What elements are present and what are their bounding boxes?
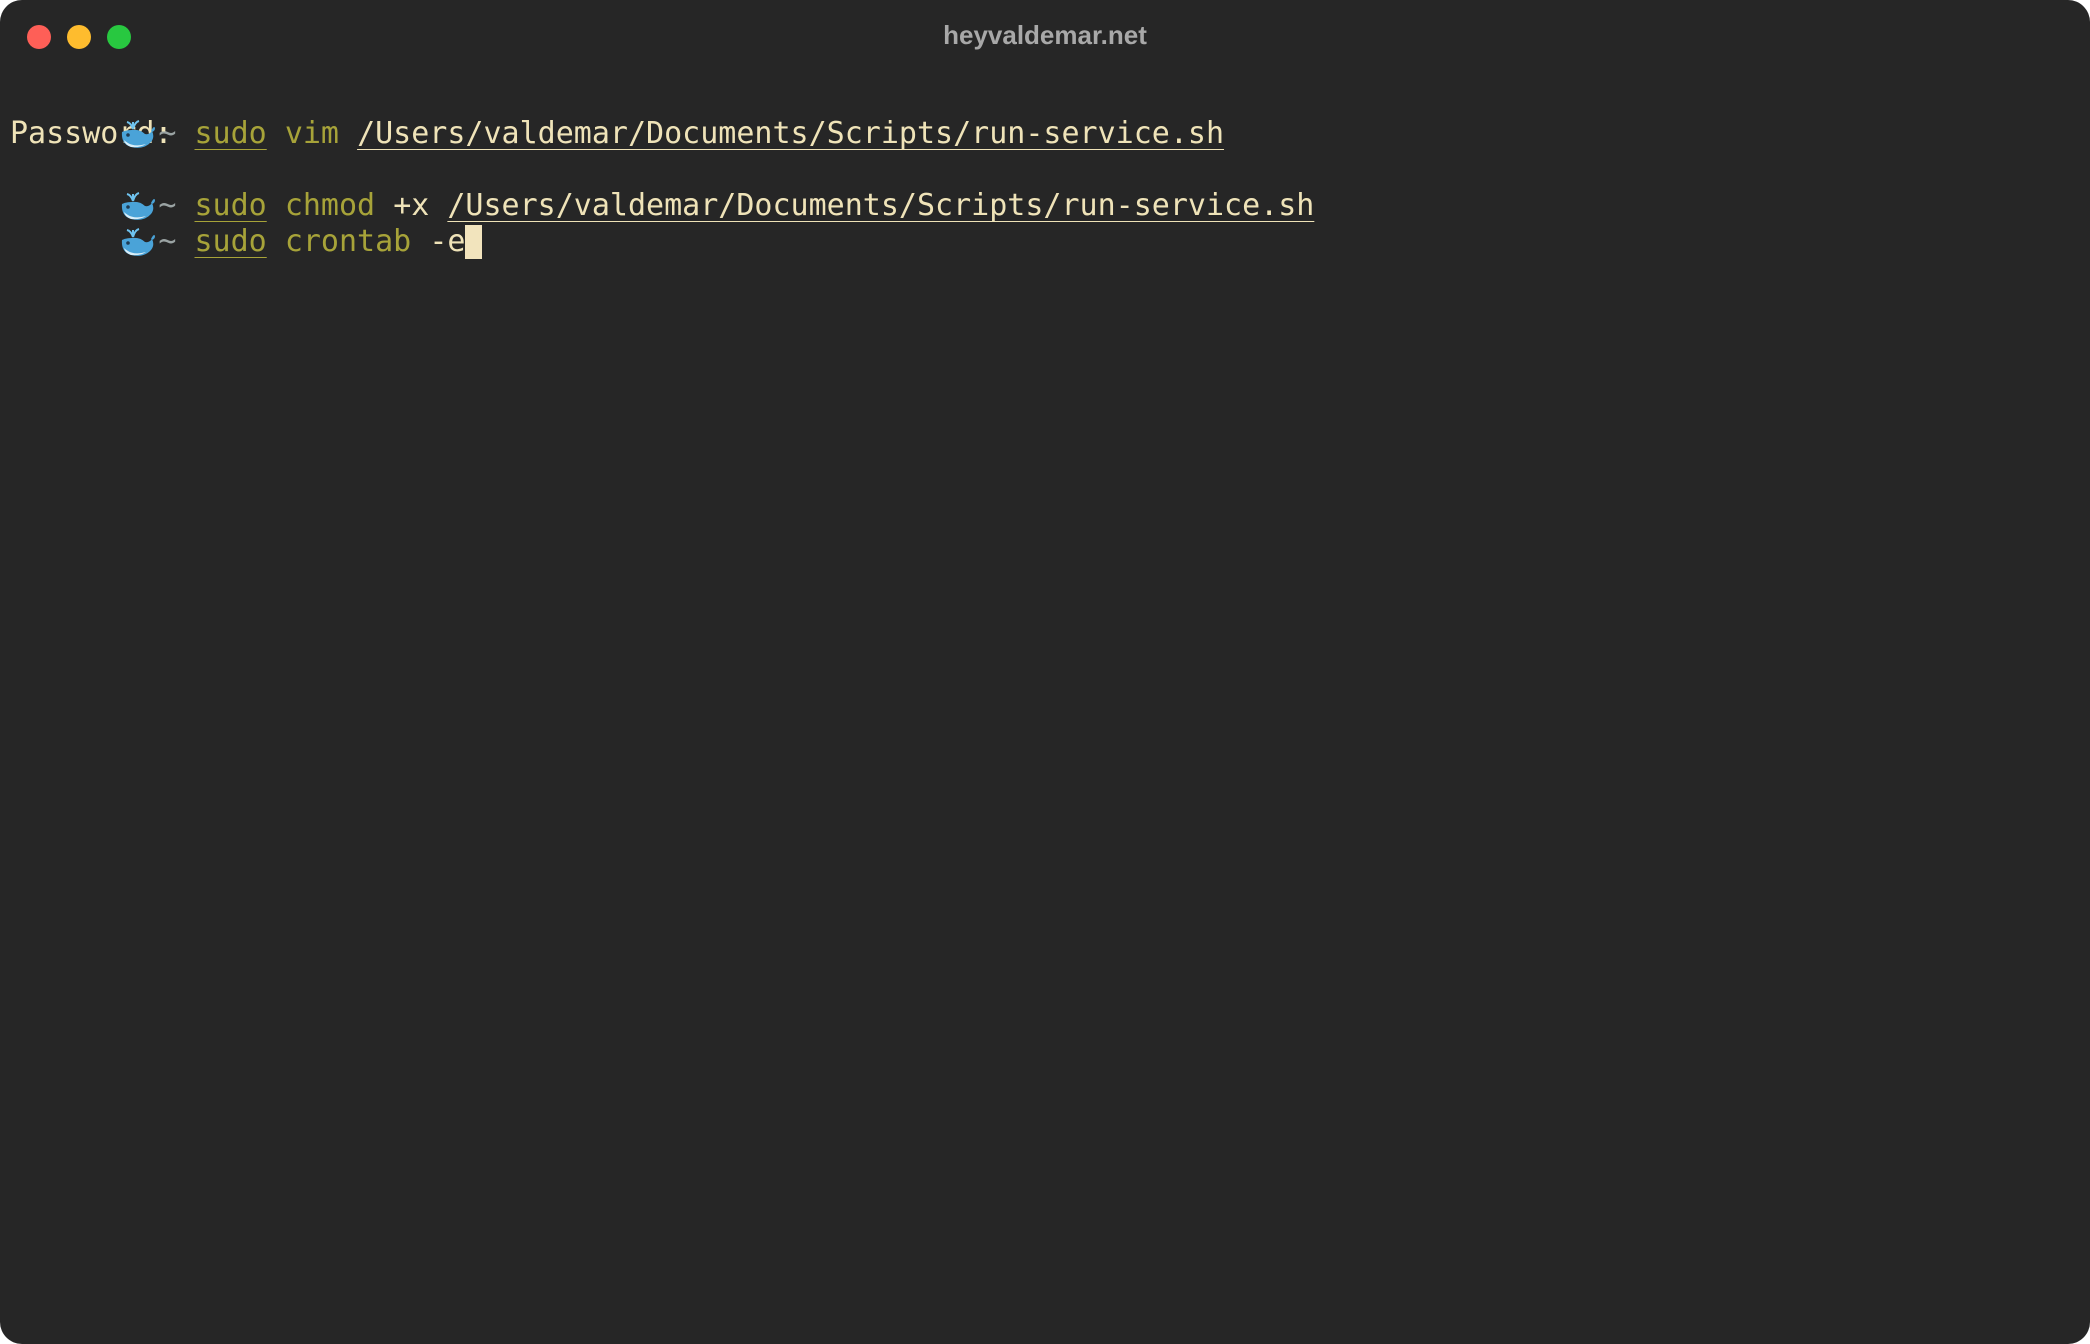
command-args: +x [393, 188, 430, 223]
text-cursor [465, 225, 483, 259]
command-name: chmod [284, 188, 376, 223]
command-name: vim [284, 116, 339, 151]
prompt-dir: ~ [158, 224, 177, 259]
terminal-line: ~ sudo vim /Users/valdemar/Documents/Scr… [10, 80, 2080, 151]
prompt-dir: ~ [158, 188, 177, 223]
terminal-window: heyvaldemar.net ~ sudo vim /Users/valdem… [0, 0, 2090, 1344]
window-title: heyvaldemar.net [943, 20, 1147, 50]
sudo-keyword: sudo [194, 116, 267, 151]
file-path-link[interactable]: /Users/valdemar/Documents/Scripts/run-se… [447, 188, 1314, 223]
sudo-keyword: sudo [194, 188, 267, 223]
command-args: -e [429, 224, 466, 259]
terminal-content[interactable]: ~ sudo vim /Users/valdemar/Documents/Scr… [10, 80, 2080, 1344]
terminal-line: ~ sudo chmod +x /Users/valdemar/Document… [10, 152, 2080, 223]
whale-icon [118, 116, 158, 152]
whale-icon [118, 224, 158, 260]
title-bar: heyvaldemar.net [0, 0, 2090, 76]
file-path-link[interactable]: /Users/valdemar/Documents/Scripts/run-se… [357, 116, 1224, 151]
command-name: crontab [284, 224, 412, 259]
sudo-keyword: sudo [194, 224, 267, 259]
whale-icon [118, 188, 158, 224]
